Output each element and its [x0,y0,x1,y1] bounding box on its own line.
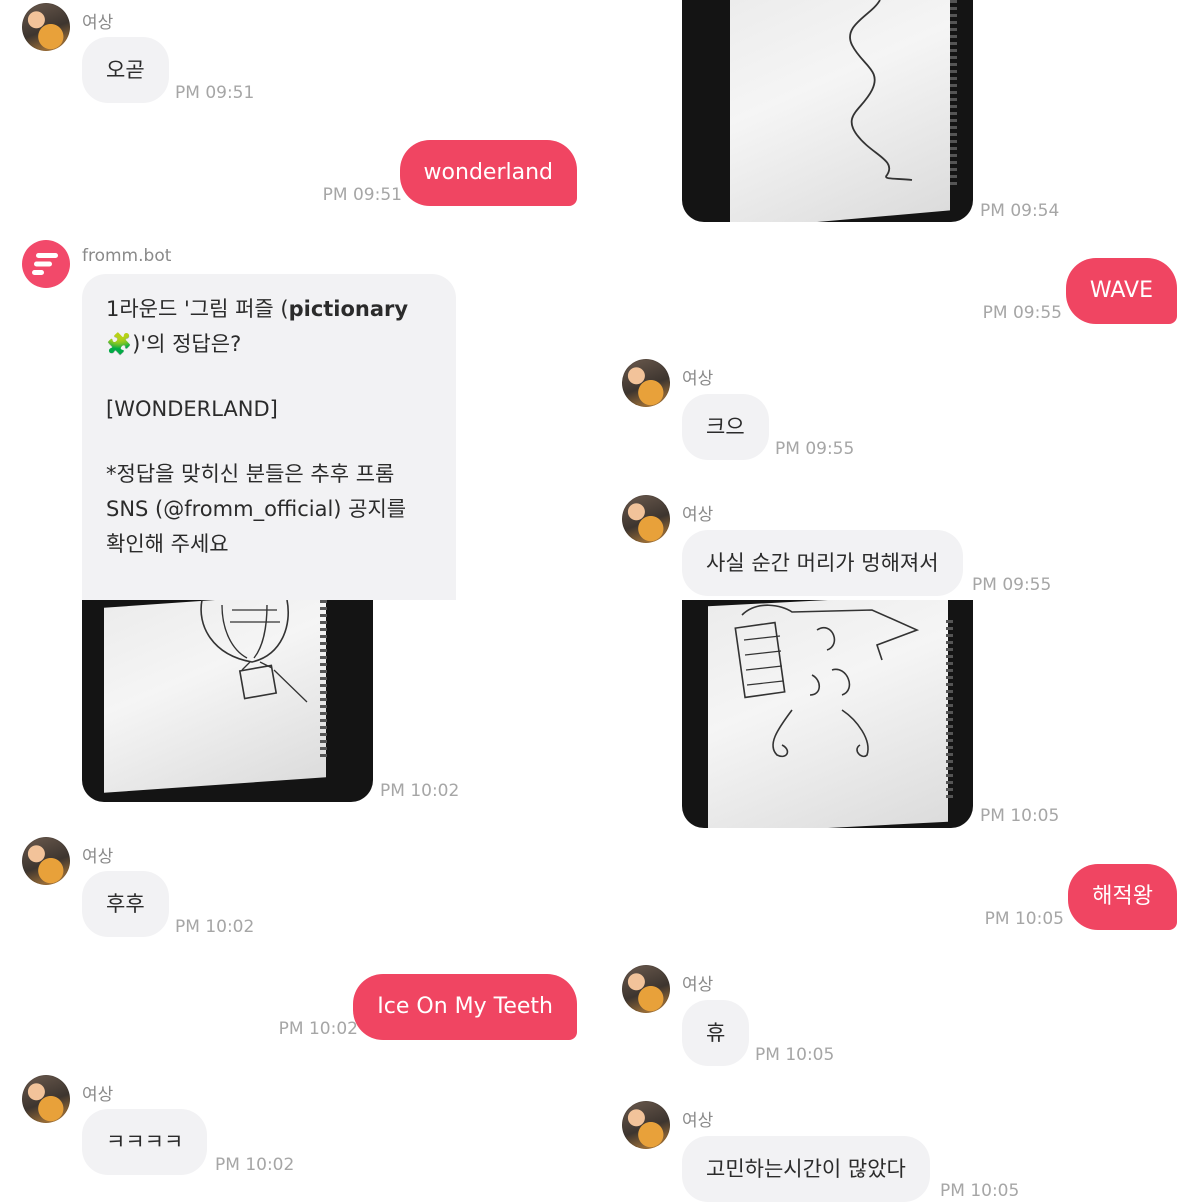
bot-line-1: 1라운드 '그림 퍼즐 (pictionary [106,297,409,321]
timestamp: PM 09:51 [175,83,255,103]
chat-column-right: PM 09:54 PM 09:55 WAVE 여상 크으 PM 09:55 여상… [600,0,1200,1202]
timestamp: PM 09:55 [972,575,1052,595]
message-bubble[interactable]: 휴 [682,1000,750,1066]
avatar[interactable] [22,837,70,885]
bot-note-line: *정답을 맞히신 분들은 추후 프롬 [106,462,395,486]
timestamp: PM 10:05 [980,806,1060,826]
timestamp: PM 10:05 [755,1045,835,1065]
fromm-bot-avatar[interactable] [22,240,70,288]
bot-line-2: 🧩)'의 정답은? [106,332,242,356]
my-message-bubble[interactable]: Ice On My Teeth [353,974,577,1040]
bot-note-line: 확인해 주세요 [106,532,229,556]
avatar[interactable] [622,965,670,1013]
avatar[interactable] [622,1101,670,1149]
timestamp: PM 10:02 [278,1019,358,1039]
fromm-logo-icon [32,253,58,275]
wave-drawing [849,0,913,181]
sender-name: 여상 [82,13,114,33]
message-bubble[interactable]: 고민하는시간이 많았다 [682,1136,930,1202]
timestamp: PM 09:51 [322,185,402,205]
timestamp: PM 09:55 [775,439,855,459]
timestamp: PM 10:02 [380,781,460,801]
timestamp: PM 09:55 [982,303,1062,323]
drawing-photo[interactable] [82,600,373,802]
puzzle-icon: 🧩 [106,332,133,356]
timestamp: PM 10:02 [175,917,255,937]
bot-answer: [WONDERLAND] [106,397,278,421]
my-message-bubble[interactable]: WAVE [1065,258,1177,324]
sender-name: 여상 [682,1111,714,1131]
message-bubble[interactable]: 오곧 [82,37,169,103]
timestamp: PM 10:02 [215,1155,295,1175]
bot-message-bubble[interactable]: 1라운드 '그림 퍼즐 (pictionary 🧩)'의 정답은? [WONDE… [82,274,456,600]
message-bubble[interactable]: 사실 순간 머리가 멍해져서 [682,530,963,596]
drawing-photo[interactable] [682,600,973,828]
avatar[interactable] [22,1075,70,1123]
timestamp: PM 09:54 [980,201,1060,221]
sender-name: 여상 [682,505,714,525]
avatar[interactable] [622,495,670,543]
sender-name: 여상 [682,975,714,995]
bot-note-line: SNS (@fromm_official) 공지를 [106,497,407,521]
sender-name: 여상 [82,1085,114,1105]
message-bubble[interactable]: ㅋㅋㅋㅋ [82,1109,208,1175]
avatar[interactable] [22,3,70,51]
chat-column-left: 여상 오곧 PM 09:51 PM 09:51 wonderland fromm… [0,0,600,1200]
drawing-photo[interactable] [682,0,973,222]
sender-name: 여상 [82,847,114,867]
sender-name: 여상 [682,369,714,389]
timestamp: PM 10:05 [940,1181,1020,1201]
my-message-bubble[interactable]: 해적왕 [1068,864,1177,930]
my-message-bubble[interactable]: wonderland [399,140,577,206]
timestamp: PM 10:05 [984,909,1064,929]
avatar[interactable] [622,359,670,407]
message-bubble[interactable]: 크으 [682,394,769,460]
pirate-drawing [734,604,920,758]
balloon-drawing [200,600,308,703]
sender-name: fromm.bot [82,246,172,266]
message-bubble[interactable]: 후후 [82,871,169,937]
